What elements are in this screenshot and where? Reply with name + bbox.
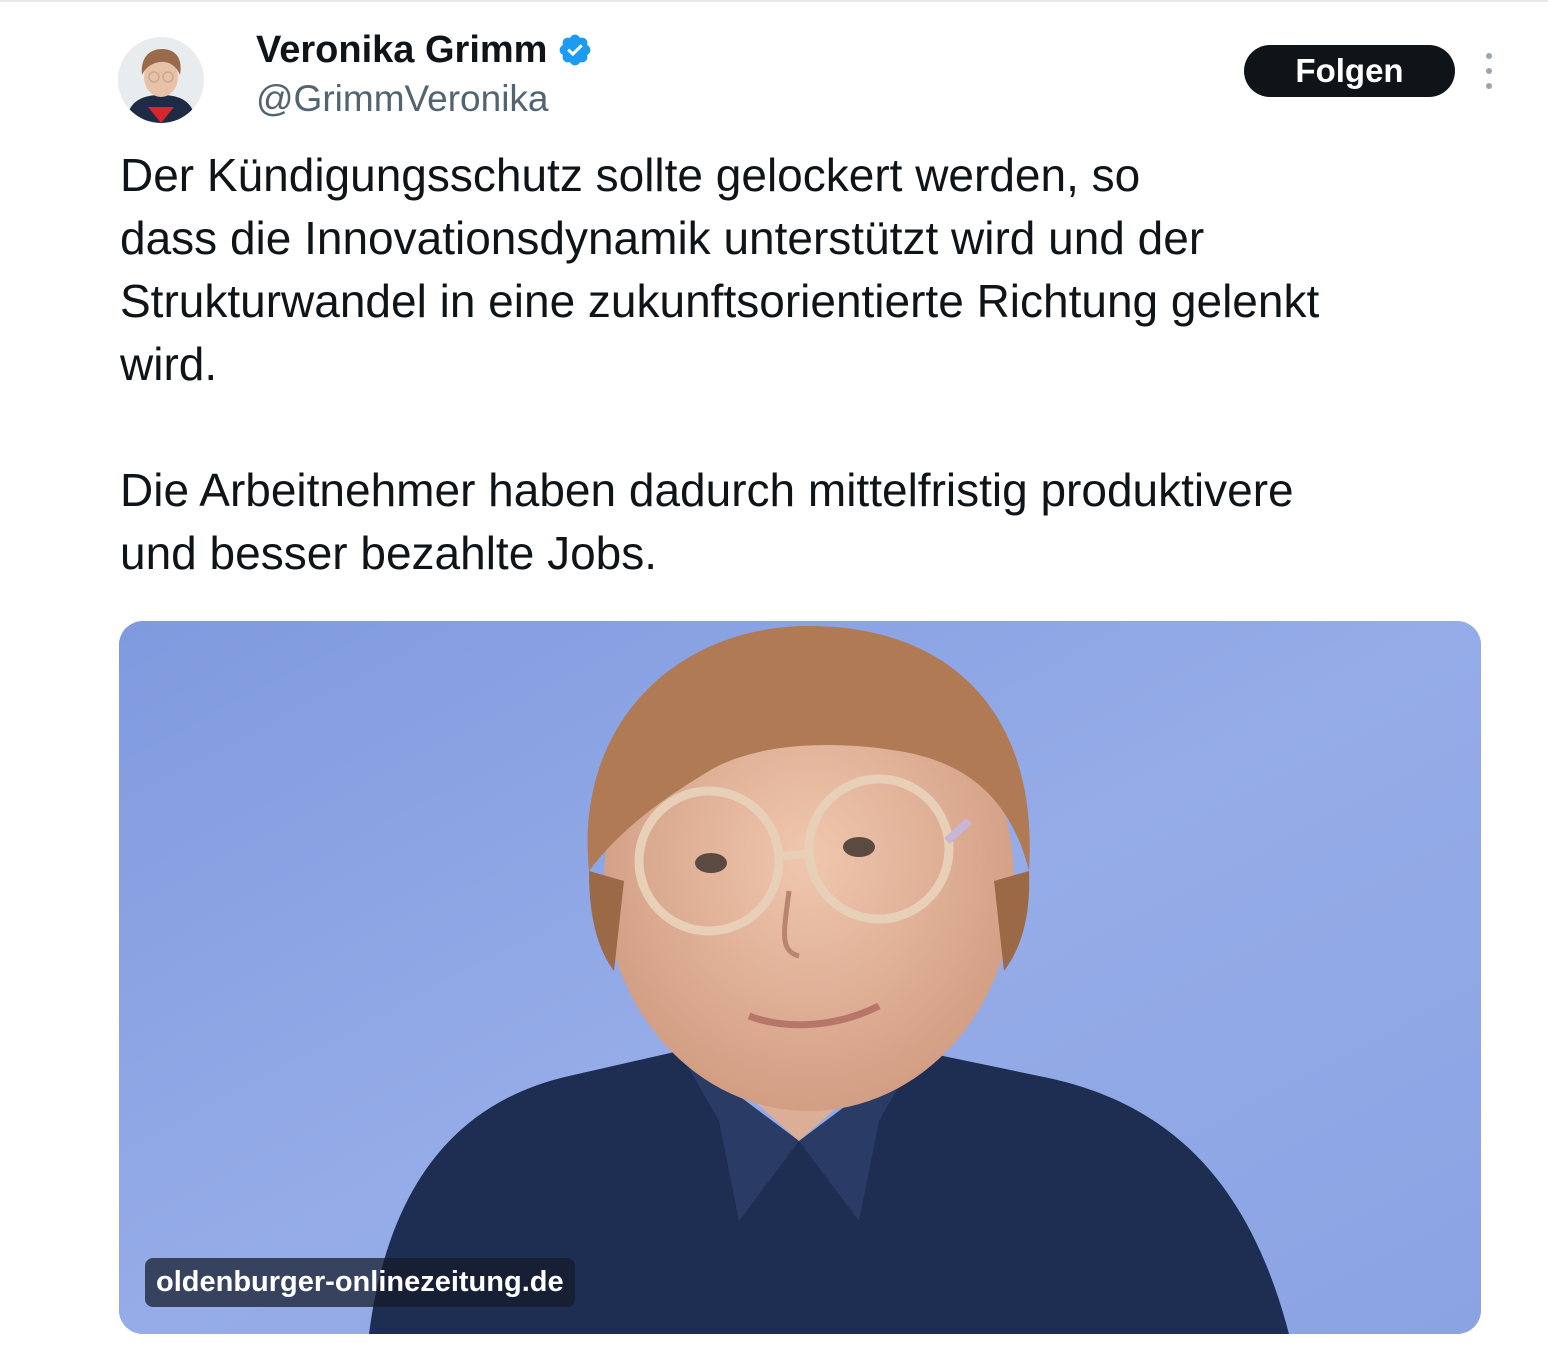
more-options-icon[interactable] [1478, 53, 1500, 89]
more-dot [1486, 68, 1492, 74]
verified-badge-icon [557, 32, 593, 68]
author-name-row[interactable]: Veronika Grimm [256, 27, 593, 73]
tweet-text: Der Kündigungsschutz sollte gelockert we… [120, 144, 1500, 585]
more-dot [1486, 83, 1492, 89]
author-display-name[interactable]: Veronika Grimm [256, 27, 547, 73]
more-dot [1486, 53, 1492, 59]
tweet-media-image[interactable] [119, 621, 1481, 1334]
top-divider [0, 0, 1548, 2]
media-photo [119, 621, 1481, 1334]
tweet-text-line: und besser bezahlte Jobs. [120, 527, 658, 579]
avatar-photo [118, 37, 204, 123]
tweet-text-line: dass die Innovationsdynamik unterstützt … [120, 212, 1205, 264]
author-handle[interactable]: @GrimmVeronika [256, 76, 549, 122]
author-avatar[interactable] [118, 37, 204, 123]
tweet-text-line: Der Kündigungsschutz sollte gelockert we… [120, 149, 1141, 201]
tweet-text-line: Die Arbeitnehmer haben dadurch mittelfri… [120, 464, 1294, 516]
tweet-text-line: wird. [120, 338, 218, 390]
tweet-text-line: Strukturwandel in eine zukunftsorientier… [120, 275, 1320, 327]
media-source-label[interactable]: oldenburger-onlinezeitung.de [145, 1258, 575, 1307]
follow-button[interactable]: Folgen [1244, 45, 1455, 97]
